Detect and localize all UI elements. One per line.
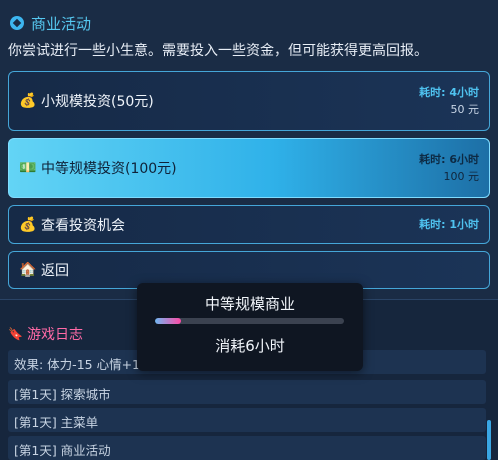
log-entry: [第1天] 探索城市 [8, 380, 486, 404]
section-description: 你尝试进行一些小生意。需要投入一些资金，但可能获得更高回报。 [8, 43, 428, 59]
section-header: 商业活动 [10, 12, 91, 34]
option-small-investment[interactable]: 💰 小规模投资(50元) 耗时: 4小时 50 元 [8, 71, 490, 131]
toast-subtitle: 消耗6小时 [215, 337, 285, 355]
compass-icon [10, 16, 24, 30]
option-label: 返回 [41, 263, 69, 279]
option-meta: 耗时: 4小时 50 元 [419, 84, 479, 118]
option-cost: 100 元 [443, 170, 480, 183]
banknote-icon: 💵 [19, 160, 37, 176]
toast-progress-fill [155, 318, 182, 324]
section-title: 商业活动 [31, 14, 92, 33]
activity-toast: 中等规模商业 消耗6小时 [137, 283, 363, 371]
option-meta: 耗时: 1小时 [419, 216, 479, 233]
log-header: 🔖 游戏日志 [8, 324, 83, 344]
option-time: 耗时: 6小时 [419, 153, 479, 166]
money-bag-icon: 💰 [19, 216, 37, 233]
log-entry: [第1天] 主菜单 [8, 408, 486, 432]
option-time: 耗时: 1小时 [419, 218, 479, 231]
log-title: 游戏日志 [26, 327, 83, 343]
option-label: 查看投资机会 [41, 217, 125, 234]
activity-panel: 商业活动 你尝试进行一些小生意。需要投入一些资金，但可能获得更高回报。 💰 小规… [0, 0, 498, 300]
log-scrollbar[interactable] [487, 420, 491, 460]
log-entry: [第1天] 商业活动 [8, 436, 486, 460]
option-time: 耗时: 4小时 [419, 86, 479, 99]
house-icon: 🏠 [19, 262, 37, 278]
option-cost: 50 元 [450, 103, 480, 116]
option-meta: 耗时: 6小时 100 元 [419, 151, 479, 185]
option-label: 中等规模投资(100元) [41, 161, 177, 177]
money-bag-icon: 💰 [19, 93, 37, 109]
log-book-icon: 🔖 [8, 327, 23, 341]
toast-title: 中等规模商业 [204, 295, 295, 313]
toast-progress-track [155, 318, 344, 324]
option-label: 小规模投资(50元) [41, 94, 154, 110]
option-view-opportunities[interactable]: 💰 查看投资机会 耗时: 1小时 [8, 205, 490, 244]
option-medium-investment[interactable]: 💵 中等规模投资(100元) 耗时: 6小时 100 元 [8, 138, 490, 198]
